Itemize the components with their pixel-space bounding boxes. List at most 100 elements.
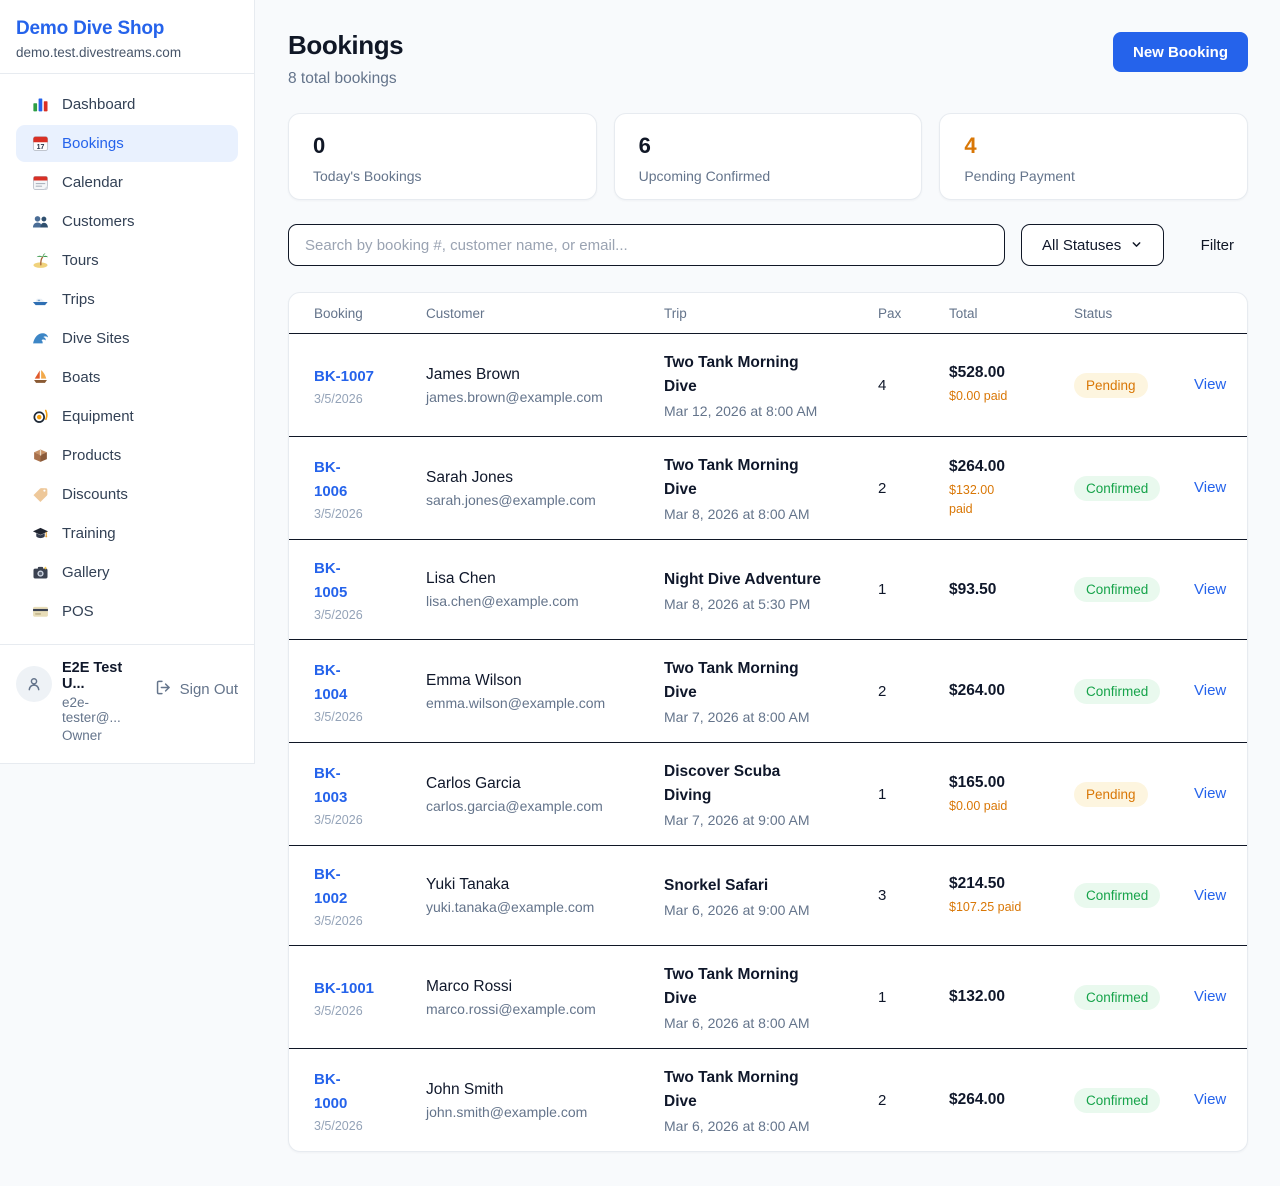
sidebar-item-label: Gallery xyxy=(62,564,110,581)
sidebar-item-customers[interactable]: Customers xyxy=(16,203,238,240)
trip-name: Snorkel Safari xyxy=(664,874,846,898)
sign-out-label: Sign Out xyxy=(180,681,238,698)
booking-id-link[interactable]: BK- 1005 xyxy=(314,557,347,605)
booking-date: 3/5/2026 xyxy=(314,1004,394,1018)
status-badge: Pending xyxy=(1074,373,1148,398)
view-link[interactable]: View xyxy=(1194,376,1226,393)
actions-cell: View xyxy=(1170,359,1247,411)
stat-label: Upcoming Confirmed xyxy=(639,168,898,184)
view-link[interactable]: View xyxy=(1194,887,1226,904)
sidebar-item-equipment[interactable]: Equipment xyxy=(16,398,238,435)
trip-cell: Two Tank Morning Dive Mar 7, 2026 at 8:00… xyxy=(639,640,854,742)
filter-button[interactable]: Filter xyxy=(1195,236,1240,255)
customer-name: Lisa Chen xyxy=(426,570,631,588)
booking-cell: BK- 10053/5/2026 xyxy=(289,540,402,639)
sidebar-item-calendar[interactable]: Calendar xyxy=(16,164,238,201)
view-link[interactable]: View xyxy=(1194,581,1226,598)
customer-name: James Brown xyxy=(426,366,631,384)
sign-out-button[interactable]: Sign Out xyxy=(155,679,238,700)
customer-email: yuki.tanaka@example.com xyxy=(426,899,631,915)
customer-name: Emma Wilson xyxy=(426,672,631,690)
sidebar-item-discounts[interactable]: Discounts xyxy=(16,476,238,513)
booking-id-link[interactable]: BK- 1000 xyxy=(314,1068,347,1116)
trips-icon xyxy=(31,291,49,308)
total-cell: $214.50$107.25 paid xyxy=(925,858,1049,933)
sidebar-item-tours[interactable]: Tours xyxy=(16,242,238,279)
sidebar-item-bookings[interactable]: 17Bookings xyxy=(16,125,238,162)
sidebar-item-dashboard[interactable]: Dashboard xyxy=(16,86,238,123)
app-root: Demo Dive Shop demo.test.divestreams.com… xyxy=(0,0,1280,1186)
sidebar-item-label: Boats xyxy=(62,369,100,386)
view-link[interactable]: View xyxy=(1194,1091,1226,1108)
trip-datetime: Mar 6, 2026 at 8:00 AM xyxy=(664,1118,846,1134)
table-row: BK- 10063/5/2026Sarah Jonessarah.jones@e… xyxy=(289,437,1247,540)
booking-date: 3/5/2026 xyxy=(314,392,394,406)
status-badge: Confirmed xyxy=(1074,1088,1160,1113)
sidebar-item-training[interactable]: Training xyxy=(16,515,238,552)
stat-cards: 0Today's Bookings6Upcoming Confirmed4Pen… xyxy=(288,113,1248,200)
page-title: Bookings xyxy=(288,30,403,61)
calendar-icon xyxy=(31,174,49,191)
total-amount: $264.00 xyxy=(949,1091,1041,1109)
sidebar-item-products[interactable]: Products xyxy=(16,437,238,474)
stat-card-pending-payment: 4Pending Payment xyxy=(939,113,1248,200)
booking-id-link[interactable]: BK- 1003 xyxy=(314,762,347,810)
paid-amount: $0.00 paid xyxy=(949,797,1041,815)
avatar xyxy=(16,666,52,702)
trip-datetime: Mar 6, 2026 at 9:00 AM xyxy=(664,902,846,918)
customer-name: Marco Rossi xyxy=(426,978,631,996)
booking-id-link[interactable]: BK- 1002 xyxy=(314,863,347,911)
column-header-actions xyxy=(1170,293,1247,333)
trip-name: Two Tank Morning Dive xyxy=(664,657,846,705)
stat-value: 4 xyxy=(964,133,1223,159)
trip-name: Two Tank Morning Dive xyxy=(664,454,846,502)
table-body: BK-10073/5/2026James Brownjames.brown@ex… xyxy=(289,334,1247,1151)
sidebar-item-boats[interactable]: Boats xyxy=(16,359,238,396)
brand: Demo Dive Shop demo.test.divestreams.com xyxy=(0,0,254,73)
total-cell: $264.00$132.00 paid xyxy=(925,441,1049,534)
discounts-icon xyxy=(31,486,49,503)
booking-id-link[interactable]: BK-1001 xyxy=(314,977,374,1001)
trip-name: Two Tank Morning Dive xyxy=(664,963,846,1011)
customer-name: Yuki Tanaka xyxy=(426,876,631,894)
booking-id-link[interactable]: BK-1007 xyxy=(314,365,374,389)
table-row: BK- 10033/5/2026Carlos Garciacarlos.garc… xyxy=(289,743,1247,846)
booking-id-link[interactable]: BK- 1004 xyxy=(314,659,347,707)
booking-cell: BK- 10003/5/2026 xyxy=(289,1051,402,1150)
pax-cell: 3 xyxy=(854,870,925,921)
status-badge: Confirmed xyxy=(1074,679,1160,704)
trip-datetime: Mar 12, 2026 at 8:00 AM xyxy=(664,403,846,419)
stat-label: Today's Bookings xyxy=(313,168,572,184)
booking-cell: BK-1007 3/5/2026 xyxy=(289,348,402,423)
sidebar-item-trips[interactable]: Trips xyxy=(16,281,238,318)
actions-cell: View xyxy=(1170,564,1247,616)
sidebar-item-label: Dashboard xyxy=(62,96,135,113)
booking-date: 3/5/2026 xyxy=(314,914,394,928)
pax-cell: 1 xyxy=(854,564,925,615)
column-header-status: Status xyxy=(1049,293,1170,333)
pax-cell: 2 xyxy=(854,666,925,717)
sidebar-item-gallery[interactable]: Gallery xyxy=(16,554,238,591)
customer-cell: Carlos Garciacarlos.garcia@example.com xyxy=(402,758,639,831)
paid-amount: $132.00 paid xyxy=(949,481,1041,517)
filters-bar: All Statuses Filter xyxy=(288,224,1248,266)
view-link[interactable]: View xyxy=(1194,479,1226,496)
pax-cell: 2 xyxy=(854,463,925,514)
booking-cell: BK- 10043/5/2026 xyxy=(289,642,402,741)
status-filter-select[interactable]: All Statuses xyxy=(1021,224,1164,266)
customer-name: John Smith xyxy=(426,1081,631,1099)
booking-id-link[interactable]: BK- 1006 xyxy=(314,456,347,504)
main-content: Bookings 8 total bookings New Booking 0T… xyxy=(255,0,1280,1186)
trip-datetime: Mar 7, 2026 at 8:00 AM xyxy=(664,709,846,725)
view-link[interactable]: View xyxy=(1194,682,1226,699)
view-link[interactable]: View xyxy=(1194,785,1226,802)
new-booking-button[interactable]: New Booking xyxy=(1113,32,1248,72)
search-input[interactable] xyxy=(288,224,1005,266)
sidebar-item-dive-sites[interactable]: Dive Sites xyxy=(16,320,238,357)
user-role: Owner xyxy=(62,728,145,743)
status-badge: Confirmed xyxy=(1074,577,1160,602)
status-cell: Confirmed xyxy=(1049,662,1170,721)
brand-name[interactable]: Demo Dive Shop xyxy=(16,18,238,40)
view-link[interactable]: View xyxy=(1194,988,1226,1005)
sidebar-item-pos[interactable]: POS xyxy=(16,593,238,630)
